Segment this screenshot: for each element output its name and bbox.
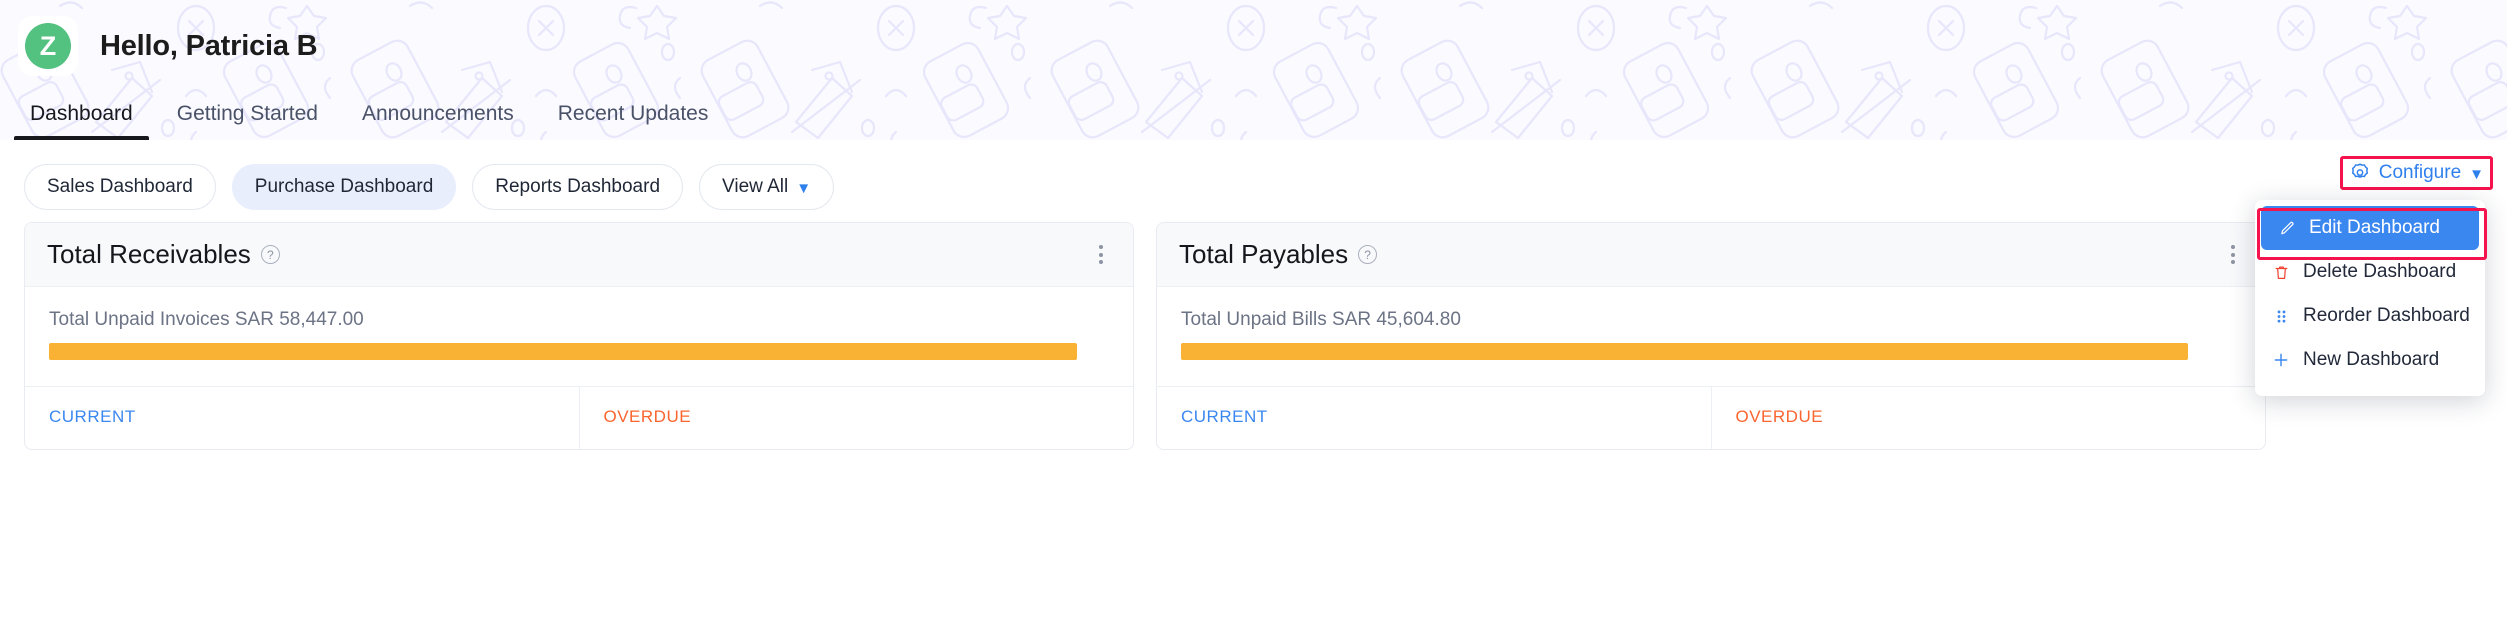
card-title: Total Receivables [47, 239, 251, 269]
menu-item-edit-dashboard[interactable]: Edit Dashboard [2261, 206, 2479, 250]
configure-area: Configure ▼ [2339, 156, 2493, 190]
tab-label: Recent Updates [557, 102, 709, 125]
kebab-menu-icon[interactable] [2223, 239, 2243, 270]
dashboard-toolbar: Sales Dashboard Purchase Dashboard Repor… [0, 140, 2507, 396]
card-footer: CURRENT OVERDUE [25, 386, 1133, 449]
tab-announcements[interactable]: Announcements [340, 102, 536, 140]
card-total-payables: Total Payables ? Total Unpaid Bills SAR … [1156, 222, 2266, 450]
chevron-down-icon: ▼ [2469, 165, 2484, 183]
question-mark-icon[interactable]: ? [1358, 245, 1378, 264]
menu-item-reorder-dashboard[interactable]: Reorder Dashboard [2255, 294, 2485, 338]
main-tabs: Dashboard Getting Started Announcements … [0, 88, 2507, 140]
dashboard-pill-row: Sales Dashboard Purchase Dashboard Repor… [24, 164, 835, 210]
tab-label: Announcements [361, 102, 514, 125]
tab-label: Dashboard [30, 102, 133, 125]
menu-item-label: Delete Dashboard [2303, 261, 2457, 282]
avatar[interactable]: Z [18, 16, 78, 76]
configure-highlight-box: Configure ▼ [2339, 156, 2493, 190]
footer-label-current[interactable]: CURRENT [1157, 387, 1711, 449]
grid-dots-icon [2271, 306, 2291, 326]
menu-item-new-dashboard[interactable]: New Dashboard [2255, 338, 2485, 382]
question-mark-icon[interactable]: ? [260, 245, 280, 264]
tab-label: Getting Started [176, 102, 318, 125]
chevron-down-icon: ▼ [796, 179, 812, 197]
configure-button[interactable]: Configure ▼ [2349, 162, 2484, 184]
pill-reports-dashboard[interactable]: Reports Dashboard [472, 164, 684, 210]
card-footer: CURRENT OVERDUE [1157, 386, 2265, 449]
tab-recent-updates[interactable]: Recent Updates [536, 102, 731, 140]
pill-purchase-dashboard[interactable]: Purchase Dashboard [231, 164, 457, 210]
configure-label: Configure [2378, 162, 2462, 183]
card-body: Total Unpaid Bills SAR 45,604.80 [1157, 287, 2265, 386]
menu-item-label: New Dashboard [2303, 349, 2440, 370]
pill-label: Reports Dashboard [495, 176, 661, 197]
card-title-group: Total Receivables ? [47, 239, 280, 270]
card-title-group: Total Payables ? [1179, 239, 1378, 270]
unpaid-summary: Total Unpaid Invoices SAR 58,447.00 [49, 309, 364, 330]
menu-item-delete-dashboard[interactable]: Delete Dashboard [2255, 250, 2485, 294]
unpaid-bar-track [49, 343, 1109, 360]
pill-sales-dashboard[interactable]: Sales Dashboard [24, 164, 216, 210]
kebab-menu-icon[interactable] [1091, 239, 1111, 270]
trash-icon [2271, 262, 2291, 282]
card-header: Total Payables ? [1157, 223, 2265, 287]
unpaid-bar-track [1181, 343, 2241, 360]
pill-label: View All [722, 176, 789, 197]
menu-item-label: Reorder Dashboard [2303, 305, 2470, 326]
card-title: Total Payables [1179, 239, 1349, 269]
page-title: Hello, Patricia B [100, 29, 318, 62]
card-body: Total Unpaid Invoices SAR 58,447.00 [25, 287, 1133, 386]
configure-dropdown-menu: Edit Dashboard Delete Dashboard Reorder … [2255, 200, 2487, 396]
card-header: Total Receivables ? [25, 223, 1133, 287]
dashboard-cards: Total Receivables ? Total Unpaid Invoice… [0, 212, 2507, 450]
plus-icon [2271, 350, 2291, 370]
footer-label-overdue[interactable]: OVERDUE [1710, 387, 2266, 449]
unpaid-bar-fill [49, 343, 1078, 360]
unpaid-summary: Total Unpaid Bills SAR 45,604.80 [1181, 309, 1461, 330]
app-header: Z Hello, Patricia B Dashboard Getting St… [0, 0, 2507, 140]
tab-dashboard[interactable]: Dashboard [8, 102, 155, 140]
pill-view-all[interactable]: View All ▼ [699, 164, 835, 210]
pill-label: Sales Dashboard [47, 176, 193, 197]
footer-label-current[interactable]: CURRENT [25, 387, 579, 449]
tab-getting-started[interactable]: Getting Started [155, 102, 340, 140]
pencil-icon [2277, 218, 2297, 238]
menu-item-label: Edit Dashboard [2309, 217, 2440, 238]
card-total-receivables: Total Receivables ? Total Unpaid Invoice… [24, 222, 1134, 450]
pill-label: Purchase Dashboard [254, 176, 434, 197]
footer-label-overdue[interactable]: OVERDUE [578, 387, 1134, 449]
unpaid-bar-fill [1181, 343, 2188, 360]
avatar-initial: Z [25, 23, 71, 69]
gear-icon [2351, 163, 2368, 178]
